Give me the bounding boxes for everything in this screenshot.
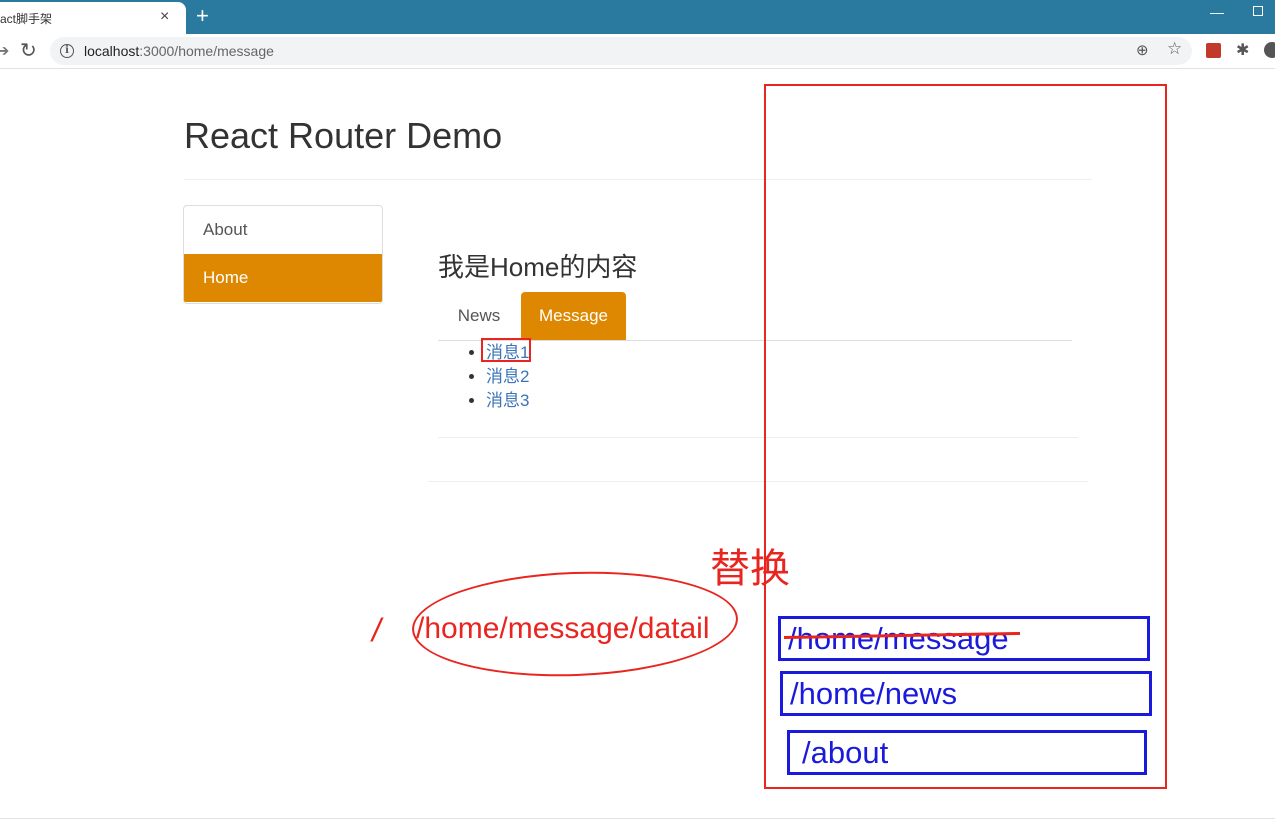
nav-item-home[interactable]: Home	[184, 254, 382, 302]
message-link-3[interactable]: 消息3	[486, 391, 529, 410]
tab-message[interactable]: Message	[521, 292, 626, 341]
extension-icon[interactable]	[1206, 43, 1221, 58]
minimize-icon[interactable]: —	[1210, 4, 1224, 20]
tab-news[interactable]: News	[444, 292, 514, 340]
new-tab-button[interactable]: +	[196, 3, 209, 29]
profile-avatar-icon[interactable]	[1264, 42, 1275, 58]
list-item: 消息2	[486, 365, 529, 389]
home-heading: 我是Home的内容	[438, 252, 638, 282]
puzzle-extensions-icon[interactable]: ✱	[1236, 40, 1249, 60]
bookmark-star-icon[interactable]: ☆	[1167, 39, 1182, 59]
page-title: React Router Demo	[184, 115, 503, 156]
history-entry-news: /home/news	[780, 671, 1152, 716]
replace-annotation-label: 替换	[710, 546, 790, 592]
history-entry-message: /home/message	[778, 616, 1150, 661]
history-entry-about: /about	[787, 730, 1147, 775]
browser-tab-bar: act脚手架 × + —	[0, 0, 1275, 34]
close-tab-icon[interactable]: ×	[160, 8, 169, 26]
url-host: localhost	[84, 43, 140, 59]
browser-tab[interactable]: act脚手架 ×	[0, 2, 186, 34]
url-path: :3000/home/message	[139, 43, 274, 59]
browser-toolbar: ➔ ↻ i localhost:3000/home/message ⊕ ☆ ✱	[0, 34, 1275, 69]
restore-window-icon[interactable]	[1253, 6, 1263, 16]
nav-item-about[interactable]: About	[184, 206, 382, 254]
url-text[interactable]: localhost:3000/home/message	[84, 43, 274, 59]
slash-annotation: /	[372, 612, 381, 648]
detail-path-ellipse	[410, 566, 740, 682]
forward-icon[interactable]: ➔	[0, 41, 9, 61]
side-nav: About Home	[183, 205, 383, 304]
history-entry-label: /home/news	[790, 676, 958, 711]
page-bottom-divider	[0, 818, 1275, 819]
message-link-2[interactable]: 消息2	[486, 367, 529, 386]
tab-title: act脚手架	[0, 12, 53, 26]
reload-icon[interactable]: ↻	[20, 38, 37, 63]
list-item: 消息3	[486, 389, 529, 413]
history-entry-label: /about	[802, 735, 889, 770]
address-bar[interactable]: i localhost:3000/home/message ⊕ ☆	[50, 37, 1192, 65]
history-entry-label: /home/message	[788, 621, 1009, 656]
zoom-icon[interactable]: ⊕	[1136, 41, 1149, 59]
message1-highlight-box	[481, 338, 531, 362]
site-info-icon[interactable]: i	[60, 44, 74, 58]
